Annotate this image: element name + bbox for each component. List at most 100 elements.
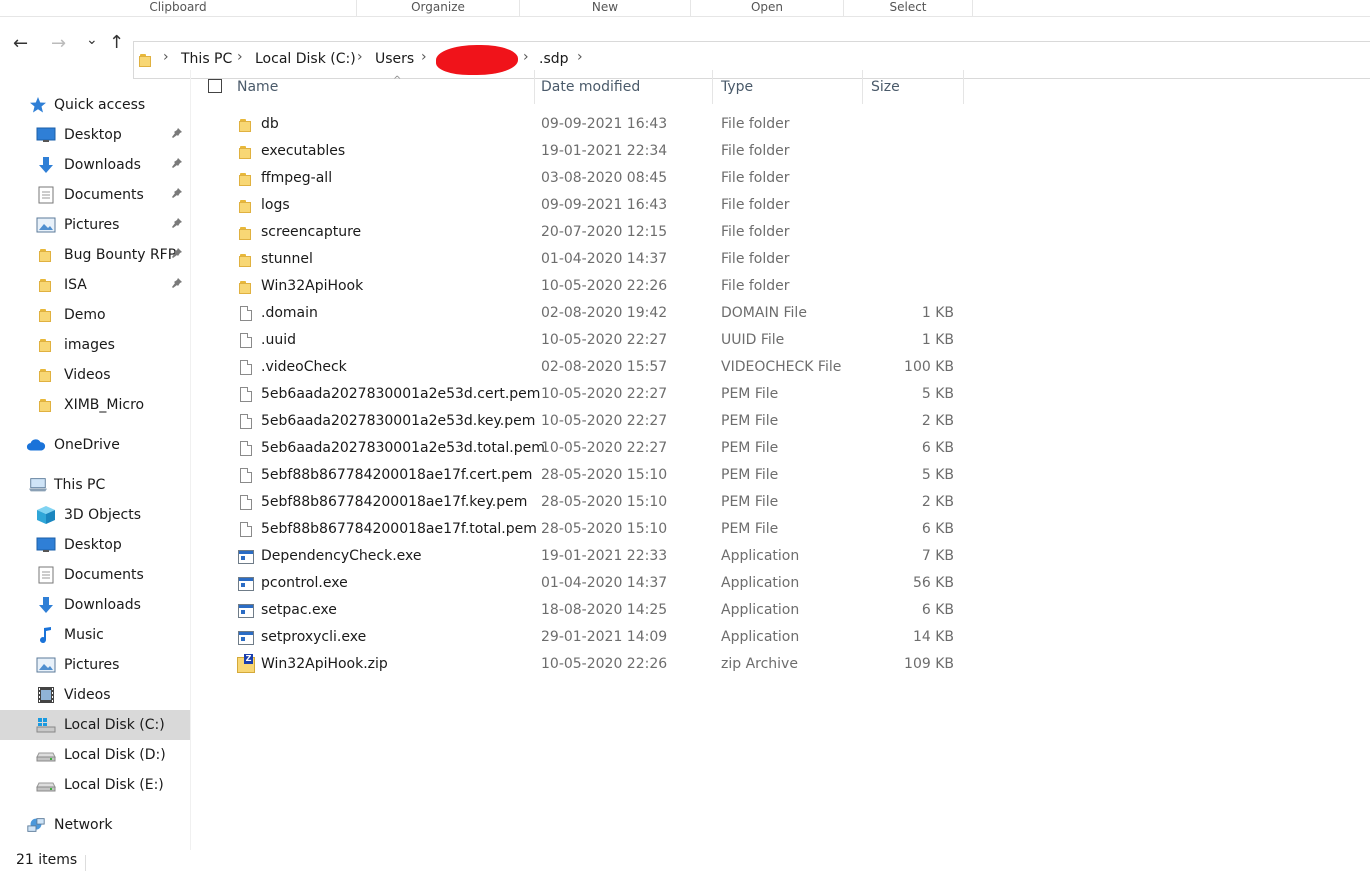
column-header-name[interactable]: Name ^ (229, 70, 535, 104)
ribbon-group-select[interactable]: Select (844, 0, 973, 16)
ribbon-group-organize[interactable]: Organize (357, 0, 520, 16)
sidebar-item-network[interactable]: Network (0, 810, 190, 840)
file-row[interactable]: stunnel 01-04-2020 14:37 File folder (200, 246, 970, 273)
file-row[interactable]: 5ebf88b867784200018ae17f.cert.pem 28-05-2… (200, 462, 970, 489)
file-row[interactable]: pcontrol.exe 01-04-2020 14:37 Application 5… (200, 570, 970, 597)
ribbon-group-clipboard[interactable]: Clipboard (0, 0, 357, 16)
sidebar-item-desktop[interactable]: Desktop (0, 120, 190, 150)
file-row[interactable]: executables 19-01-2021 22:34 File folder (200, 138, 970, 165)
column-header-date[interactable]: Date modified (533, 70, 713, 104)
pin-icon[interactable] (171, 210, 183, 240)
sidebar-item-images[interactable]: images (0, 330, 190, 360)
file-date-modified: 09-09-2021 16:43 (541, 116, 668, 132)
column-header-type[interactable]: Type (713, 70, 863, 104)
file-row[interactable]: logs 09-09-2021 16:43 File folder (200, 192, 970, 219)
file-row[interactable]: 5ebf88b867784200018ae17f.total.pem 28-05-… (200, 516, 970, 543)
breadcrumb-separator[interactable]: › (357, 49, 363, 65)
file-row[interactable]: setpac.exe 18-08-2020 14:25 Application 6 K… (200, 597, 970, 624)
breadcrumb-separator[interactable]: › (523, 49, 529, 65)
file-row[interactable]: Win32ApiHook.zip 10-05-2020 22:26 zip Arch… (200, 651, 970, 678)
sidebar-item-local-disk-d[interactable]: Local Disk (D:) (0, 740, 190, 770)
file-name: 5eb6aada2027830001a2e53d.key.pem (261, 413, 536, 429)
sidebar-item-downloads[interactable]: Downloads (0, 150, 190, 180)
file-row[interactable]: Win32ApiHook 10-05-2020 22:26 File folder (200, 273, 970, 300)
file-row[interactable]: screencapture 20-07-2020 12:15 File folder (200, 219, 970, 246)
sidebar-item-videos[interactable]: Videos (0, 360, 190, 390)
file-name: Win32ApiHook.zip (261, 656, 388, 672)
sidebar-item-onedrive[interactable]: OneDrive (0, 430, 190, 460)
sidebar-item-quick-access[interactable]: Quick access (0, 90, 190, 120)
column-name-label: Name (237, 79, 279, 95)
sidebar-item-label: images (64, 337, 115, 353)
sidebar-item-pictures[interactable]: Pictures (0, 210, 190, 240)
sidebar-item-ximb-micro[interactable]: XIMB_Micro (0, 390, 190, 420)
sidebar-item-local-disk-e[interactable]: Local Disk (E:) (0, 770, 190, 800)
sidebar-item-local-disk-c[interactable]: Local Disk (C:) (0, 710, 190, 740)
sidebar-item-this-pc[interactable]: This PC (0, 470, 190, 500)
breadcrumb-separator[interactable]: › (237, 49, 243, 65)
file-name: .domain (261, 305, 318, 321)
drive-icon (36, 770, 56, 800)
file-row[interactable]: db 09-09-2021 16:43 File folder (200, 111, 970, 138)
windows-drive-icon (36, 710, 56, 740)
folder-icon (36, 360, 56, 390)
recent-locations-chevron-icon[interactable]: ⌄ (86, 32, 98, 48)
file-type: File folder (721, 197, 790, 213)
sidebar-item-music[interactable]: Music (0, 620, 190, 650)
sidebar-item-documents[interactable]: Documents (0, 560, 190, 590)
pin-icon[interactable] (171, 120, 183, 150)
pin-icon[interactable] (171, 150, 183, 180)
file-icon (236, 489, 256, 516)
sidebar-item-demo[interactable]: Demo (0, 300, 190, 330)
sidebar-item-isa[interactable]: ISA (0, 270, 190, 300)
ribbon-group-open[interactable]: Open (691, 0, 844, 16)
application-icon (236, 624, 256, 651)
up-arrow-icon[interactable]: ↑ (109, 32, 124, 53)
forward-arrow-icon[interactable]: → (51, 33, 66, 54)
sidebar-item-downloads[interactable]: Downloads (0, 590, 190, 620)
file-name: setproxycli.exe (261, 629, 367, 645)
breadcrumb-this-pc[interactable]: This PC (181, 51, 232, 67)
star-icon (28, 90, 48, 120)
sidebar-item-documents[interactable]: Documents (0, 180, 190, 210)
file-type: File folder (721, 251, 790, 267)
file-name: .videoCheck (261, 359, 347, 375)
sidebar-item-pictures[interactable]: Pictures (0, 650, 190, 680)
file-row[interactable]: .domain 02-08-2020 19:42 DOMAIN File 1 KB (200, 300, 970, 327)
breadcrumb-separator[interactable]: › (421, 49, 427, 65)
breadcrumb-separator[interactable]: › (163, 49, 169, 65)
file-row[interactable]: DependencyCheck.exe 19-01-2021 22:33 Appli… (200, 543, 970, 570)
breadcrumb-separator[interactable]: › (577, 49, 583, 65)
sidebar-item-label: Pictures (64, 217, 120, 233)
file-type: File folder (721, 224, 790, 240)
file-row[interactable]: 5eb6aada2027830001a2e53d.total.pem 10-05-… (200, 435, 970, 462)
select-all-checkbox[interactable] (208, 79, 222, 93)
file-size: 109 KB (904, 656, 954, 672)
sidebar-item-videos[interactable]: Videos (0, 680, 190, 710)
file-row[interactable]: 5eb6aada2027830001a2e53d.cert.pem 10-05-2… (200, 381, 970, 408)
file-row[interactable]: 5ebf88b867784200018ae17f.key.pem 28-05-20… (200, 489, 970, 516)
file-row[interactable]: 5eb6aada2027830001a2e53d.key.pem 10-05-20… (200, 408, 970, 435)
pane-divider[interactable] (190, 70, 191, 850)
pin-icon[interactable] (171, 180, 183, 210)
file-row[interactable]: .uuid 10-05-2020 22:27 UUID File 1 KB (200, 327, 970, 354)
address-folder-icon (139, 53, 153, 67)
breadcrumb-local-disk-c[interactable]: Local Disk (C:) (255, 51, 356, 67)
breadcrumb-sdp[interactable]: .sdp (539, 51, 569, 67)
sidebar-item-label: Local Disk (D:) (64, 747, 166, 763)
pin-icon[interactable] (171, 240, 183, 270)
sidebar-item-desktop[interactable]: Desktop (0, 530, 190, 560)
file-row[interactable]: setproxycli.exe 29-01-2021 14:09 Applicati… (200, 624, 970, 651)
file-type: File folder (721, 143, 790, 159)
status-divider (85, 855, 86, 871)
column-header-size[interactable]: Size (863, 70, 964, 104)
pin-icon[interactable] (171, 270, 183, 300)
file-size: 2 KB (921, 494, 954, 510)
file-row[interactable]: .videoCheck 02-08-2020 15:57 VIDEOCHECK Fi… (200, 354, 970, 381)
sidebar-item-3d-objects[interactable]: 3D Objects (0, 500, 190, 530)
sidebar-item-bug-bounty-rfp[interactable]: Bug Bounty RFP (0, 240, 190, 270)
file-row[interactable]: ffmpeg-all 03-08-2020 08:45 File folder (200, 165, 970, 192)
file-name: ffmpeg-all (261, 170, 333, 186)
ribbon-group-new[interactable]: New (520, 0, 691, 16)
back-arrow-icon[interactable]: ← (13, 33, 28, 54)
